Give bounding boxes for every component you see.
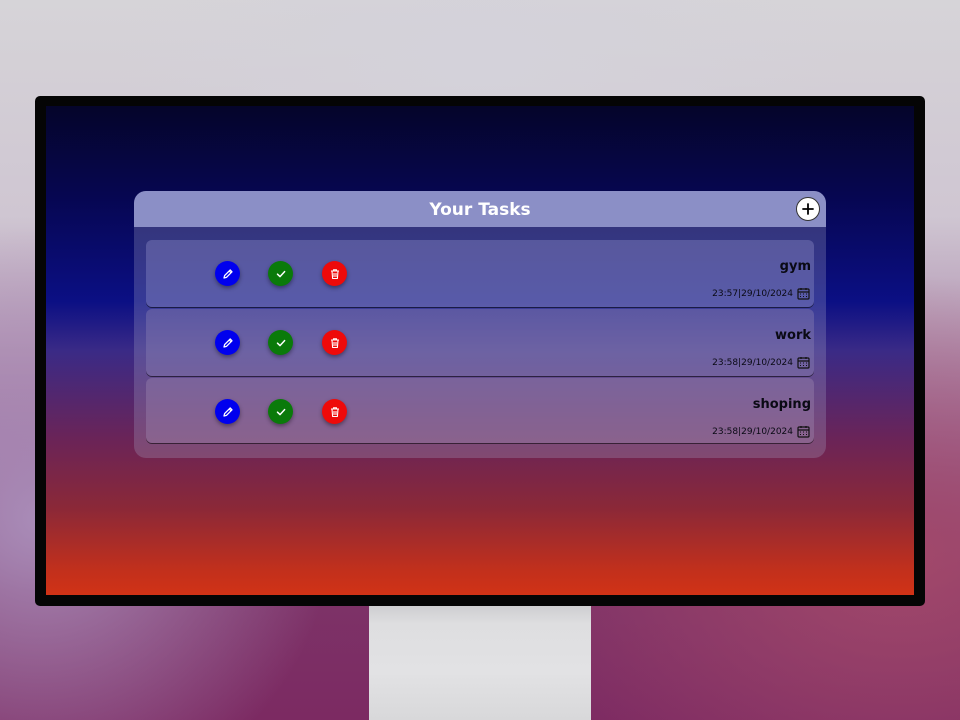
calendar-icon <box>797 426 810 438</box>
complete-task-button[interactable] <box>268 399 293 424</box>
panel-header: Your Tasks <box>134 191 826 227</box>
edit-task-button[interactable] <box>215 330 240 355</box>
task-meta: 23:57|29/10/2024 <box>712 287 810 300</box>
pencil-icon <box>222 337 233 348</box>
trash-icon <box>330 268 339 279</box>
plus-icon <box>802 203 814 215</box>
task-meta: 23:58|29/10/2024 <box>712 356 810 369</box>
add-task-button[interactable] <box>796 197 820 221</box>
calendar-icon <box>797 357 810 369</box>
delete-task-button[interactable] <box>322 330 347 355</box>
task-timestamp: 23:57|29/10/2024 <box>712 288 793 299</box>
task-timestamp: 23:58|29/10/2024 <box>712 426 793 437</box>
task-name: shoping <box>752 397 811 412</box>
pencil-icon <box>222 268 233 279</box>
task-item: shoping 23:58|29/10/2024 <box>146 378 814 443</box>
page-title: Your Tasks <box>429 200 531 220</box>
trash-icon <box>330 406 339 417</box>
check-icon <box>276 408 285 415</box>
complete-task-button[interactable] <box>268 261 293 286</box>
edit-task-button[interactable] <box>215 399 240 424</box>
complete-task-button[interactable] <box>268 330 293 355</box>
delete-task-button[interactable] <box>322 261 347 286</box>
task-timestamp: 23:58|29/10/2024 <box>712 357 793 368</box>
task-list: gym 23:57|29/10/2024 work 23:58|29/10/20… <box>146 240 814 445</box>
check-icon <box>276 270 285 277</box>
calendar-icon <box>797 288 810 300</box>
task-name: work <box>775 328 811 343</box>
task-item: gym 23:57|29/10/2024 <box>146 240 814 307</box>
edit-task-button[interactable] <box>215 261 240 286</box>
task-name: gym <box>779 259 811 274</box>
check-icon <box>276 339 285 346</box>
monitor-stand <box>369 600 591 720</box>
task-meta: 23:58|29/10/2024 <box>712 425 810 438</box>
delete-task-button[interactable] <box>322 399 347 424</box>
app-screen: Your Tasks gym 23:57|29/10/2024 work 23:… <box>46 106 914 595</box>
tasks-panel: Your Tasks gym 23:57|29/10/2024 work 23:… <box>134 191 826 458</box>
pencil-icon <box>222 406 233 417</box>
task-item: work 23:58|29/10/2024 <box>146 309 814 376</box>
trash-icon <box>330 337 339 348</box>
